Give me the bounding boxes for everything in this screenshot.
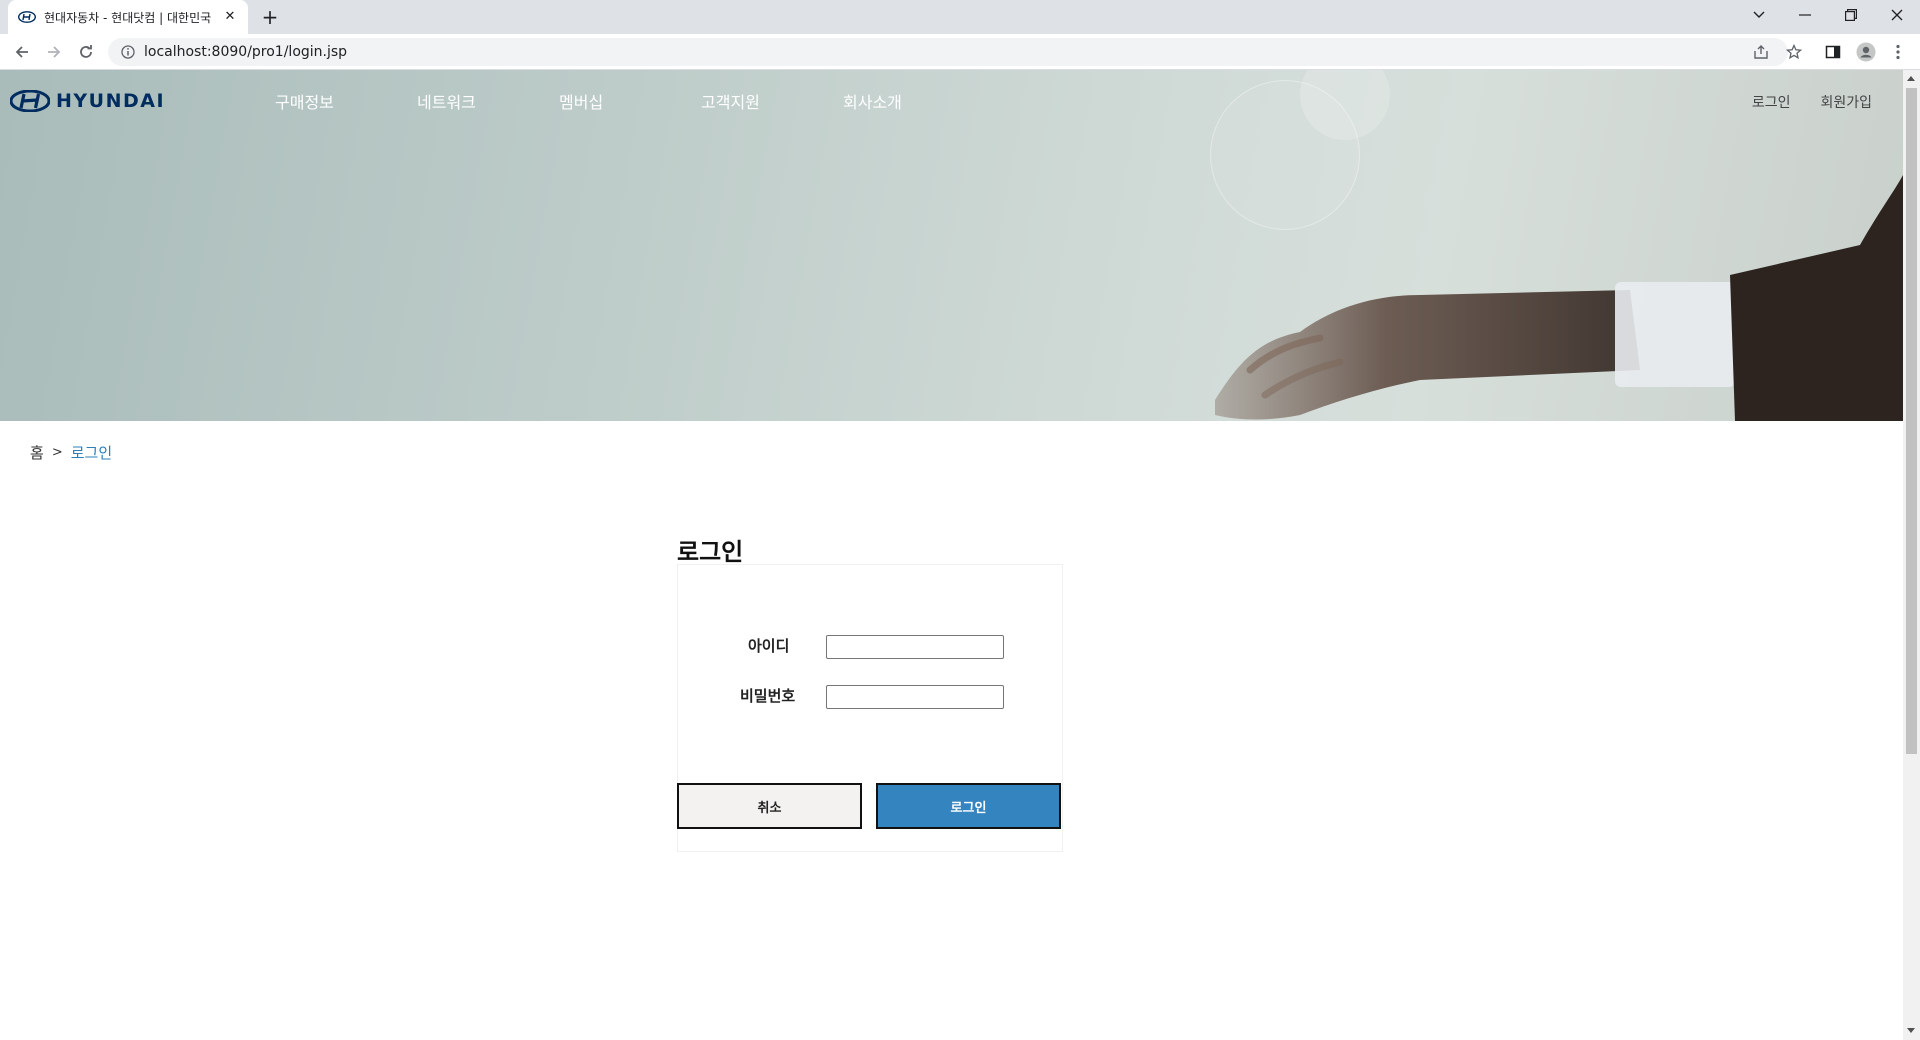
site-info-icon[interactable] — [120, 44, 136, 60]
breadcrumb-separator: > — [51, 445, 63, 460]
id-label: 아이디 — [748, 637, 790, 655]
breadcrumb-home[interactable]: 홈 — [30, 442, 44, 463]
password-label: 비밀번호 — [740, 687, 796, 705]
browser-tab-bar: 현대자동차 - 현대닷컴 | 대한민국 ✕ + — [0, 0, 1920, 34]
scroll-up-arrow-icon[interactable] — [1907, 76, 1915, 81]
scroll-thumb[interactable] — [1906, 88, 1917, 754]
hyundai-logo-icon — [10, 90, 50, 112]
hyundai-logo[interactable]: HYUNDAI — [10, 90, 165, 112]
hyundai-favicon-icon — [18, 11, 36, 23]
bookmark-star-icon[interactable] — [1784, 42, 1804, 62]
login-submit-button[interactable]: 로그인 — [876, 783, 1061, 829]
nav-item-purchase-info[interactable]: 구매정보 — [275, 89, 337, 113]
tab-title: 현대자동차 - 현대닷컴 | 대한민국 — [44, 10, 212, 25]
restore-icon[interactable] — [1828, 0, 1874, 30]
logo-text: HYUNDAI — [56, 90, 166, 112]
browser-toolbar: localhost:8090/pro1/login.jsp — [0, 34, 1920, 70]
profile-avatar-icon[interactable] — [1856, 42, 1876, 62]
side-panel-icon[interactable] — [1823, 42, 1843, 62]
password-input[interactable] — [826, 685, 1004, 709]
scroll-down-arrow-icon[interactable] — [1907, 1028, 1915, 1033]
nav-item-network[interactable]: 네트워크 — [417, 89, 479, 113]
tab-search-icon[interactable] — [1736, 0, 1782, 30]
tab-close-icon[interactable]: ✕ — [222, 9, 238, 25]
browser-tab[interactable]: 현대자동차 - 현대닷컴 | 대한민국 ✕ — [8, 0, 248, 34]
hero-banner: HYUNDAI 구매정보 네트워크 멤버십 고객지원 회사소개 로그인 회원가입 — [0, 70, 1903, 421]
id-input[interactable] — [826, 635, 1004, 659]
utility-links: 로그인 회원가입 — [1722, 92, 1872, 112]
page-title: 로그인 — [677, 538, 744, 566]
breadcrumb-current: 로그인 — [70, 444, 113, 462]
page-viewport: HYUNDAI 구매정보 네트워크 멤버십 고객지원 회사소개 로그인 회원가입… — [0, 70, 1903, 1040]
reload-icon[interactable] — [74, 40, 98, 64]
share-icon[interactable] — [1751, 42, 1771, 62]
url-text: localhost:8090/pro1/login.jsp — [144, 44, 348, 60]
main-navigation: 구매정보 네트워크 멤버십 고객지원 회사소개 — [275, 89, 985, 113]
nav-item-customer-support[interactable]: 고객지원 — [701, 89, 763, 113]
address-bar[interactable]: localhost:8090/pro1/login.jsp — [108, 38, 1788, 66]
minimize-icon[interactable] — [1782, 0, 1828, 30]
back-arrow-icon[interactable] — [10, 40, 34, 64]
menu-kebab-icon[interactable] — [1888, 42, 1908, 62]
breadcrumb: 홈 > 로그인 — [30, 442, 112, 463]
header-login-link[interactable]: 로그인 — [1752, 92, 1791, 112]
header-signup-link[interactable]: 회원가입 — [1820, 92, 1872, 112]
hero-hand-image — [1215, 175, 1903, 421]
nav-item-company-intro[interactable]: 회사소개 — [843, 89, 905, 113]
close-window-icon[interactable] — [1874, 0, 1920, 30]
nav-item-membership[interactable]: 멤버십 — [559, 89, 621, 113]
new-tab-button[interactable]: + — [258, 5, 282, 29]
forward-arrow-icon[interactable] — [42, 40, 66, 64]
cancel-button[interactable]: 취소 — [677, 783, 862, 829]
page-scrollbar[interactable] — [1903, 70, 1920, 1040]
